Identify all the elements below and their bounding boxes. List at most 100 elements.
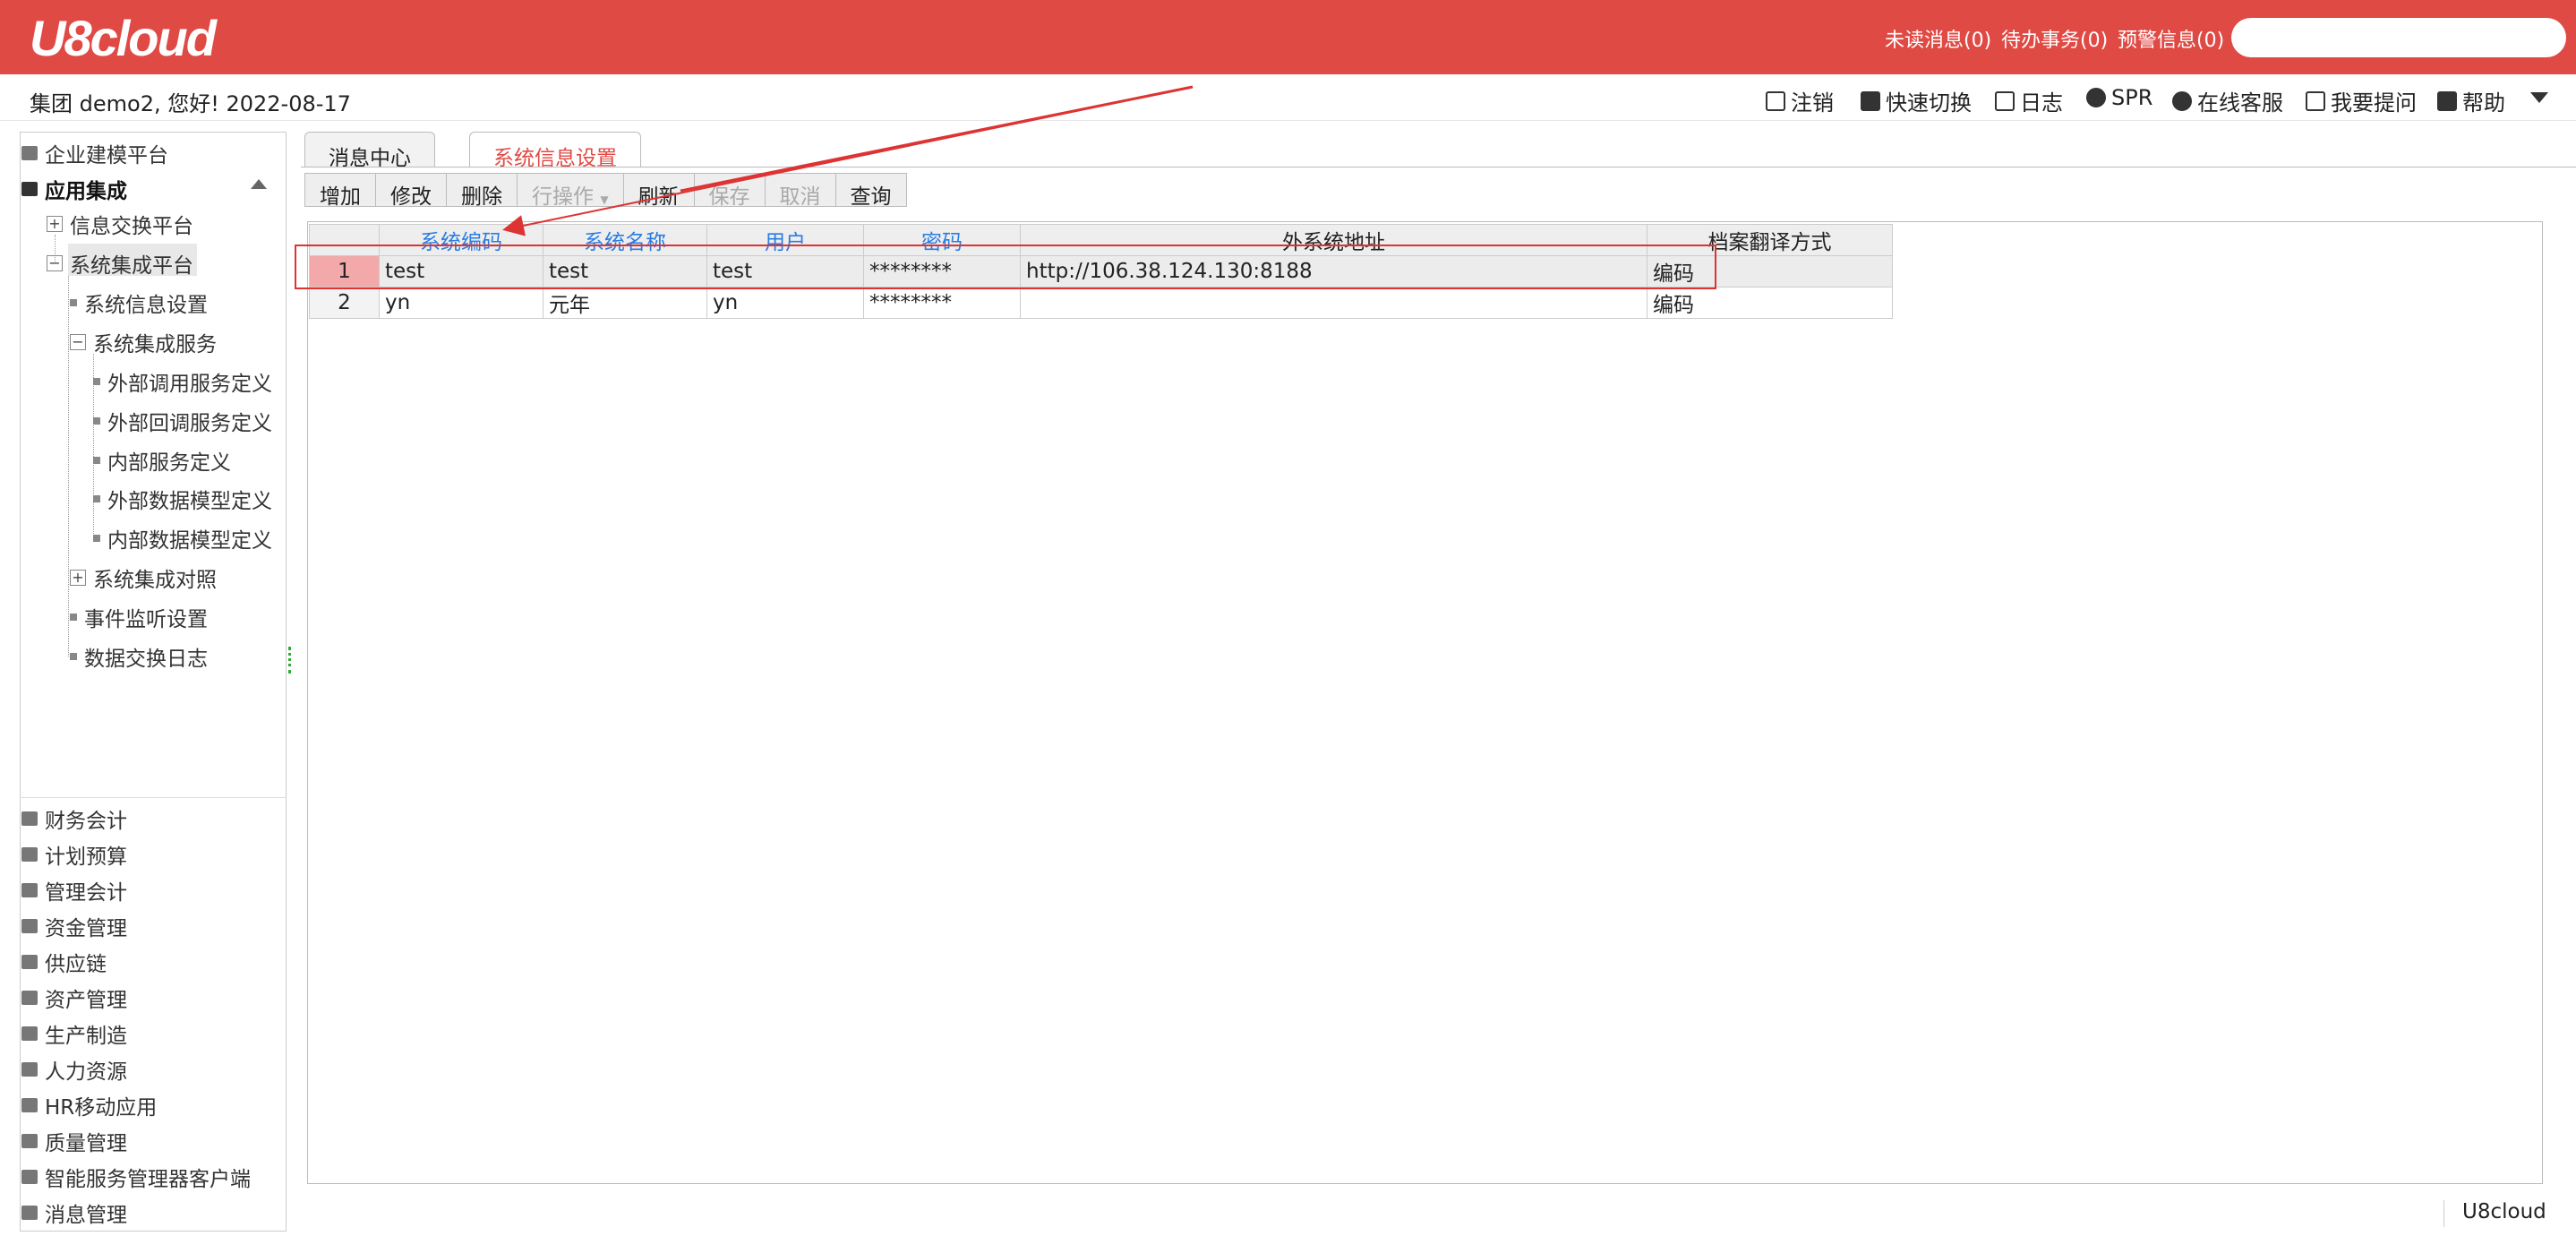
tree-node-service-child[interactable]: 外部数据模型定义 — [93, 484, 272, 514]
finance-icon — [21, 811, 38, 826]
tab-message-center[interactable]: 消息中心 — [304, 132, 435, 170]
tree-label: 内部数据模型定义 — [107, 529, 272, 553]
todo-link[interactable]: 待办事务(0) — [2001, 24, 2108, 53]
tab-sys-info-setting[interactable]: 系统信息设置 — [469, 132, 641, 170]
module-hr[interactable]: 人力资源 — [21, 1054, 127, 1085]
question-icon — [2306, 90, 2325, 111]
leaf-icon — [93, 535, 100, 542]
unread-messages-link[interactable]: 未读消息(0) — [1885, 24, 1991, 53]
cell-translate-mode[interactable]: 编码 — [1647, 287, 1893, 319]
tree-label: 外部数据模型定义 — [107, 490, 272, 513]
tree-node-event-listen[interactable]: 事件监听设置 — [70, 602, 208, 632]
logout-button[interactable]: 注销 — [1766, 85, 1834, 116]
module-label: 计划预算 — [45, 845, 127, 869]
online-service-label: 在线客服 — [2197, 90, 2283, 116]
module-label: 资产管理 — [45, 989, 127, 1012]
module-hr-mobile[interactable]: HR移动应用 — [21, 1090, 157, 1120]
expand-icon[interactable]: + — [47, 216, 63, 232]
module-label: 管理会计 — [45, 881, 127, 905]
tree-node-service-child[interactable]: 外部调用服务定义 — [93, 366, 272, 397]
edit-button[interactable]: 修改 — [375, 173, 447, 209]
module-label: 财务会计 — [45, 810, 127, 833]
tree-node-service-child[interactable]: 内部服务定义 — [93, 445, 231, 476]
tree-node-sys-integration-service[interactable]: − 系统集成服务 — [70, 327, 217, 357]
quick-switch-button[interactable]: 快速切换 — [1861, 85, 1972, 116]
query-button[interactable]: 查询 — [834, 173, 907, 209]
tree-node-data-exchange-log[interactable]: 数据交换日志 — [70, 641, 208, 672]
gear-icon — [21, 1026, 38, 1041]
row-operation-button[interactable]: 行操作 ▼ — [517, 173, 624, 209]
sidebar-item-app-integration[interactable]: 应用集成 — [21, 174, 127, 204]
tree-label: 数据交换日志 — [84, 648, 208, 671]
collapse-icon[interactable]: − — [70, 334, 86, 350]
help-button[interactable]: 帮助 — [2437, 85, 2505, 116]
tree-label: 系统信息设置 — [84, 294, 208, 317]
tree-label: 外部调用服务定义 — [107, 373, 272, 396]
tree-node-info-exchange[interactable]: + 信息交换平台 — [47, 209, 193, 239]
module-manufacturing[interactable]: 生产制造 — [21, 1018, 127, 1049]
log-button[interactable]: 日志 — [1995, 85, 2063, 116]
search-input[interactable] — [2231, 18, 2566, 57]
leaf-icon — [70, 299, 77, 306]
quick-switch-label: 快速切换 — [1886, 90, 1972, 116]
calculator-icon — [21, 883, 38, 897]
tree-node-service-child[interactable]: 内部数据模型定义 — [93, 523, 272, 554]
leaf-icon — [70, 653, 77, 660]
tree-node-sys-info-setting[interactable]: 系统信息设置 — [70, 288, 208, 318]
add-button[interactable]: 增加 — [304, 173, 376, 209]
module-assets[interactable]: 资产管理 — [21, 983, 127, 1013]
save-button[interactable]: 保存 — [693, 173, 766, 209]
module-messages[interactable]: 消息管理 — [21, 1197, 127, 1228]
module-quality[interactable]: 质量管理 — [21, 1126, 127, 1156]
module-label: 生产制造 — [45, 1025, 127, 1048]
module-budget[interactable]: 计划预算 — [21, 839, 127, 870]
status-separator — [2443, 1200, 2444, 1227]
module-treasury[interactable]: 资金管理 — [21, 911, 127, 941]
info-bar: 集团 demo2, 您好! 2022-08-17 注销 快速切换 日志 SPR … — [0, 74, 2576, 121]
cell-name[interactable]: 元年 — [543, 287, 707, 319]
ask-question-button[interactable]: 我要提问 — [2306, 85, 2417, 116]
delete-button[interactable]: 删除 — [446, 173, 518, 209]
table-row[interactable]: 2 yn 元年 yn ******** 编码 — [309, 287, 1893, 319]
play-icon — [2086, 88, 2106, 107]
collapse-icon[interactable]: − — [47, 255, 63, 271]
module-finance[interactable]: 财务会计 — [21, 803, 127, 834]
cell-user[interactable]: yn — [706, 287, 864, 319]
module-label: HR移动应用 — [45, 1096, 158, 1120]
tree-label: 事件监听设置 — [84, 608, 208, 631]
tree-node-sys-integration-mapping[interactable]: + 系统集成对照 — [70, 562, 217, 593]
row-number: 2 — [309, 287, 380, 319]
help-label: 帮助 — [2462, 90, 2505, 116]
leaf-icon — [93, 495, 100, 502]
tree-node-sys-integration[interactable]: − 系统集成平台 — [47, 248, 193, 279]
cell-password[interactable]: ******** — [863, 287, 1021, 319]
server-icon — [21, 1170, 38, 1184]
greeting-text: 集团 demo2, 您好! 2022-08-17 — [30, 91, 351, 116]
online-service-button[interactable]: 在线客服 — [2172, 85, 2283, 116]
chevron-up-icon[interactable] — [251, 179, 267, 189]
cell-code[interactable]: yn — [379, 287, 543, 319]
tree-label: 系统集成对照 — [93, 569, 217, 592]
row-operation-label: 行操作 — [532, 185, 594, 209]
spr-label: SPR — [2111, 85, 2153, 110]
document-icon — [1995, 90, 2015, 111]
mail-icon — [21, 1206, 38, 1220]
tree-node-service-child[interactable]: 外部回调服务定义 — [93, 406, 272, 436]
cell-address[interactable] — [1020, 287, 1647, 319]
chevron-down-icon[interactable] — [2530, 92, 2548, 103]
sidebar-item-enterprise-modeling[interactable]: 企业建模平台 — [21, 138, 168, 168]
expand-icon[interactable]: + — [70, 570, 86, 586]
sidebar-splitter-handle[interactable] — [288, 647, 292, 674]
alerts-link[interactable]: 预警信息(0) — [2118, 24, 2224, 53]
cancel-button[interactable]: 取消 — [764, 173, 836, 209]
module-supply-chain[interactable]: 供应链 — [21, 947, 107, 977]
module-management-accounting[interactable]: 管理会计 — [21, 875, 127, 906]
chart-icon — [21, 847, 38, 862]
switch-icon — [1861, 90, 1880, 111]
logout-icon — [1766, 90, 1785, 111]
spr-button[interactable]: SPR — [2086, 85, 2152, 110]
refresh-button[interactable]: 刷新 — [622, 173, 695, 209]
module-smart-service[interactable]: 智能服务管理器客户端 — [21, 1162, 251, 1192]
leaf-icon — [93, 417, 100, 425]
tree-label: 系统集成服务 — [93, 333, 217, 356]
